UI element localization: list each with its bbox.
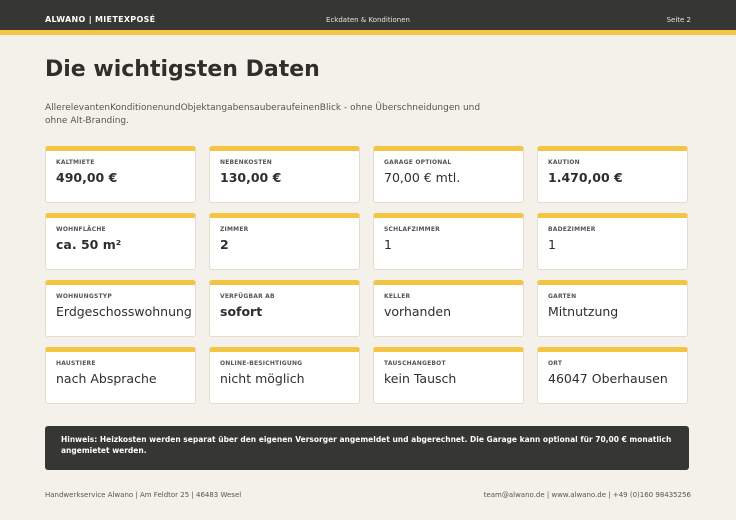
card-tauschangebot: TAUSCHANGEBOT kein Tausch bbox=[373, 347, 524, 404]
page-number: Seite 2 bbox=[666, 16, 691, 24]
card-zimmer: ZIMMER 2 bbox=[209, 213, 360, 270]
card-value: nicht möglich bbox=[220, 371, 305, 386]
card-value: Erdgeschosswohnung bbox=[56, 304, 192, 319]
key-data-grid: KALTMIETE 490,00 € NEBENKOSTEN 130,00 € … bbox=[45, 146, 688, 404]
card-value: 1 bbox=[384, 237, 392, 252]
card-ort: ORT 46047 Oberhausen bbox=[537, 347, 688, 404]
card-value: 1 bbox=[548, 237, 556, 252]
info-note: Hinweis: Heizkosten werden separat über … bbox=[45, 426, 689, 470]
card-value: 1.470,00 € bbox=[548, 170, 623, 185]
card-badezimmer: BADEZIMMER 1 bbox=[537, 213, 688, 270]
card-haustiere: HAUSTIERE nach Absprache bbox=[45, 347, 196, 404]
card-value: Mitnutzung bbox=[548, 304, 619, 319]
card-keller: KELLER vorhanden bbox=[373, 280, 524, 337]
card-value: 130,00 € bbox=[220, 170, 282, 185]
card-value: ca. 50 m² bbox=[56, 237, 122, 252]
card-label: SCHLAFZIMMER bbox=[384, 226, 440, 233]
card-label: GARTEN bbox=[548, 293, 577, 300]
card-nebenkosten: NEBENKOSTEN 130,00 € bbox=[209, 146, 360, 203]
card-value: sofort bbox=[220, 304, 263, 319]
card-garage: GARAGE OPTIONAL 70,00 € mtl. bbox=[373, 146, 524, 203]
header-bar: ALWANO | MIETEXPOSÉ Eckdaten & Kondition… bbox=[0, 0, 736, 35]
card-kaution: KAUTION 1.470,00 € bbox=[537, 146, 688, 203]
card-garten: GARTEN Mitnutzung bbox=[537, 280, 688, 337]
card-label: TAUSCHANGEBOT bbox=[384, 360, 446, 367]
footer-contact: team@alwano.de | www.alwano.de | +49 (0)… bbox=[483, 491, 691, 499]
page-subtitle: AllerelevantenKonditionenundObjektangabe… bbox=[45, 103, 481, 126]
card-label: VERFÜGBAR AB bbox=[220, 293, 275, 300]
card-label: WOHNUNGSTYP bbox=[56, 293, 112, 300]
card-value: kein Tausch bbox=[384, 371, 457, 386]
card-value: 46047 Oberhausen bbox=[548, 371, 668, 386]
card-value: nach Absprache bbox=[56, 371, 157, 386]
card-label: KALTMIETE bbox=[56, 159, 95, 166]
card-label: HAUSTIERE bbox=[56, 360, 96, 367]
card-label: ONLINE-BESICHTIGUNG bbox=[220, 360, 303, 367]
card-label: ORT bbox=[548, 360, 563, 367]
footer-address: Handwerkservice Alwano | Am Feldtor 25 |… bbox=[45, 491, 242, 499]
card-online-besichtigung: ONLINE-BESICHTIGUNG nicht möglich bbox=[209, 347, 360, 404]
card-schlafzimmer: SCHLAFZIMMER 1 bbox=[373, 213, 524, 270]
card-value: vorhanden bbox=[384, 304, 452, 319]
card-label: KAUTION bbox=[548, 159, 580, 166]
card-kaltmiete: KALTMIETE 490,00 € bbox=[45, 146, 196, 203]
card-value: 2 bbox=[220, 237, 229, 252]
card-value: 490,00 € bbox=[56, 170, 118, 185]
card-label: GARAGE OPTIONAL bbox=[384, 159, 452, 166]
card-value: 70,00 € mtl. bbox=[384, 170, 461, 185]
card-label: KELLER bbox=[384, 293, 411, 300]
card-wohnungstyp: WOHNUNGSTYP Erdgeschosswohnung bbox=[45, 280, 196, 337]
card-label: WOHNFLÄCHE bbox=[56, 226, 106, 233]
card-verfuegbar: VERFÜGBAR AB sofort bbox=[209, 280, 360, 337]
card-wohnflaeche: WOHNFLÄCHE ca. 50 m² bbox=[45, 213, 196, 270]
section-title: Eckdaten & Konditionen bbox=[326, 16, 410, 24]
card-label: NEBENKOSTEN bbox=[220, 159, 273, 166]
page-title: Die wichtigsten Daten bbox=[45, 57, 320, 82]
card-label: ZIMMER bbox=[220, 226, 249, 233]
card-label: BADEZIMMER bbox=[548, 226, 596, 233]
